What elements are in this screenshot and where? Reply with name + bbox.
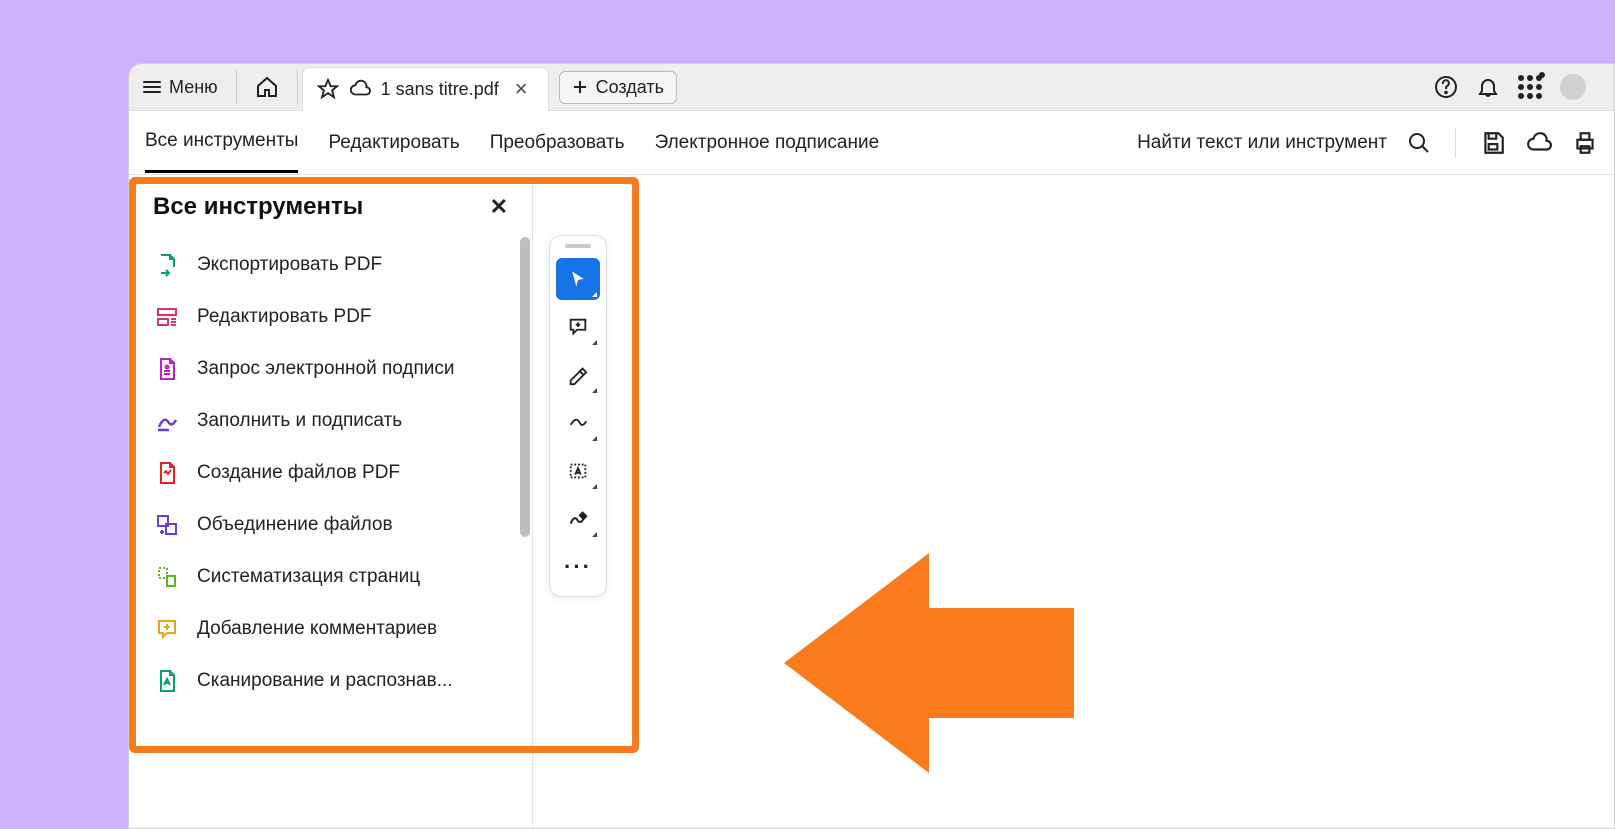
comment-plus-icon xyxy=(567,316,589,338)
cloud-icon xyxy=(349,78,371,100)
tab-title: 1 sans titre.pdf xyxy=(381,79,499,100)
tool-scan-ocr[interactable]: Сканирование и распознав... xyxy=(137,655,524,707)
scrollbar-thumb[interactable] xyxy=(520,237,530,537)
main-toolbar: Все инструменты Редактировать Преобразов… xyxy=(129,111,1614,175)
export-pdf-icon xyxy=(155,253,179,277)
tools-panel: Все инструменты ✕ Экспортировать PDF Ред… xyxy=(129,175,533,828)
app-window: Меню 1 sans titre.pdf × Создать xyxy=(128,63,1615,829)
vertical-quick-toolbar: ··· xyxy=(549,235,607,597)
cursor-icon xyxy=(568,269,588,289)
titlebar: Меню 1 sans titre.pdf × Создать xyxy=(129,64,1614,111)
search-placeholder-text[interactable]: Найти текст или инструмент xyxy=(1137,132,1387,154)
apps-button[interactable] xyxy=(1518,75,1542,99)
notifications-button[interactable] xyxy=(1476,75,1500,99)
organize-pages-icon xyxy=(155,565,179,589)
tool-label: Систематизация страниц xyxy=(197,566,420,588)
home-button[interactable] xyxy=(241,75,293,99)
comment-tool-button[interactable] xyxy=(556,306,600,348)
save-icon[interactable] xyxy=(1480,130,1506,156)
text-select-icon xyxy=(567,460,589,482)
edit-pdf-icon xyxy=(155,305,179,329)
tool-label: Сканирование и распознав... xyxy=(197,670,453,692)
tool-label: Экспортировать PDF xyxy=(197,254,382,276)
tool-label: Запрос электронной подписи xyxy=(197,358,455,380)
more-tools-button[interactable]: ··· xyxy=(556,546,600,588)
bento-icon xyxy=(1518,75,1542,99)
search-icon[interactable] xyxy=(1407,131,1431,155)
notification-dot xyxy=(1539,72,1545,78)
separator xyxy=(236,70,237,104)
sign-tool-button[interactable] xyxy=(556,498,600,540)
panel-title: Все инструменты xyxy=(153,193,363,221)
separator xyxy=(1455,128,1456,158)
star-icon[interactable] xyxy=(317,78,339,100)
draw-tool-button[interactable] xyxy=(556,402,600,444)
highlight-tool-button[interactable] xyxy=(556,354,600,396)
tool-label: Добавление комментариев xyxy=(197,618,437,640)
user-avatar[interactable] xyxy=(1560,74,1586,100)
close-tab-button[interactable]: × xyxy=(509,76,534,102)
arrow-left-icon xyxy=(784,553,1074,773)
request-signature-icon xyxy=(155,357,179,381)
tab-edit[interactable]: Редактировать xyxy=(328,114,459,172)
document-tab[interactable]: 1 sans titre.pdf × xyxy=(302,67,549,111)
create-button[interactable]: Создать xyxy=(559,71,677,104)
separator xyxy=(297,70,298,104)
tool-label: Объединение файлов xyxy=(197,514,393,536)
help-icon xyxy=(1434,75,1458,99)
highlighter-icon xyxy=(567,364,589,386)
hamburger-icon xyxy=(143,81,161,93)
titlebar-right xyxy=(1434,74,1614,100)
fill-sign-icon xyxy=(155,409,179,433)
home-icon xyxy=(255,75,279,99)
toolbar-right: Найти текст или инструмент xyxy=(1137,128,1598,158)
tool-add-comments[interactable]: Добавление комментариев xyxy=(137,603,524,655)
tool-label: Создание файлов PDF xyxy=(197,462,400,484)
tool-label: Заполнить и подписать xyxy=(197,410,402,432)
freehand-icon xyxy=(567,412,589,434)
tool-edit-pdf[interactable]: Редактировать PDF xyxy=(137,291,524,343)
combine-files-icon xyxy=(155,513,179,537)
tool-create-pdf[interactable]: Создание файлов PDF xyxy=(137,447,524,499)
scan-ocr-icon xyxy=(155,669,179,693)
add-comments-icon xyxy=(155,617,179,641)
menu-label: Меню xyxy=(169,77,218,98)
tab-convert[interactable]: Преобразовать xyxy=(490,114,625,172)
signature-icon xyxy=(567,508,589,530)
tool-list: Экспортировать PDF Редактировать PDF Зап… xyxy=(129,231,532,715)
tool-fill-sign[interactable]: Заполнить и подписать xyxy=(137,395,524,447)
drag-grip-icon[interactable] xyxy=(565,244,591,248)
more-icon: ··· xyxy=(564,554,592,580)
textbox-tool-button[interactable] xyxy=(556,450,600,492)
create-label: Создать xyxy=(596,77,664,98)
select-tool-button[interactable] xyxy=(556,258,600,300)
tool-export-pdf[interactable]: Экспортировать PDF xyxy=(137,239,524,291)
menu-button[interactable]: Меню xyxy=(129,64,232,110)
print-icon[interactable] xyxy=(1572,130,1598,156)
tool-organize-pages[interactable]: Систематизация страниц xyxy=(137,551,524,603)
tool-request-signature[interactable]: Запрос электронной подписи xyxy=(137,343,524,395)
panel-header: Все инструменты ✕ xyxy=(129,175,532,231)
tool-label: Редактировать PDF xyxy=(197,306,372,328)
create-pdf-icon xyxy=(155,461,179,485)
bell-icon xyxy=(1476,75,1500,99)
close-panel-button[interactable]: ✕ xyxy=(490,194,508,220)
tab-esign[interactable]: Электронное подписание xyxy=(655,114,880,172)
tab-all-tools[interactable]: Все инструменты xyxy=(145,112,298,173)
content-area: Все инструменты ✕ Экспортировать PDF Ред… xyxy=(129,175,1614,828)
help-button[interactable] xyxy=(1434,75,1458,99)
annotation-arrow xyxy=(784,553,1074,773)
tool-combine-files[interactable]: Объединение файлов xyxy=(137,499,524,551)
plus-icon xyxy=(572,79,588,95)
cloud-sync-icon[interactable] xyxy=(1526,130,1552,156)
